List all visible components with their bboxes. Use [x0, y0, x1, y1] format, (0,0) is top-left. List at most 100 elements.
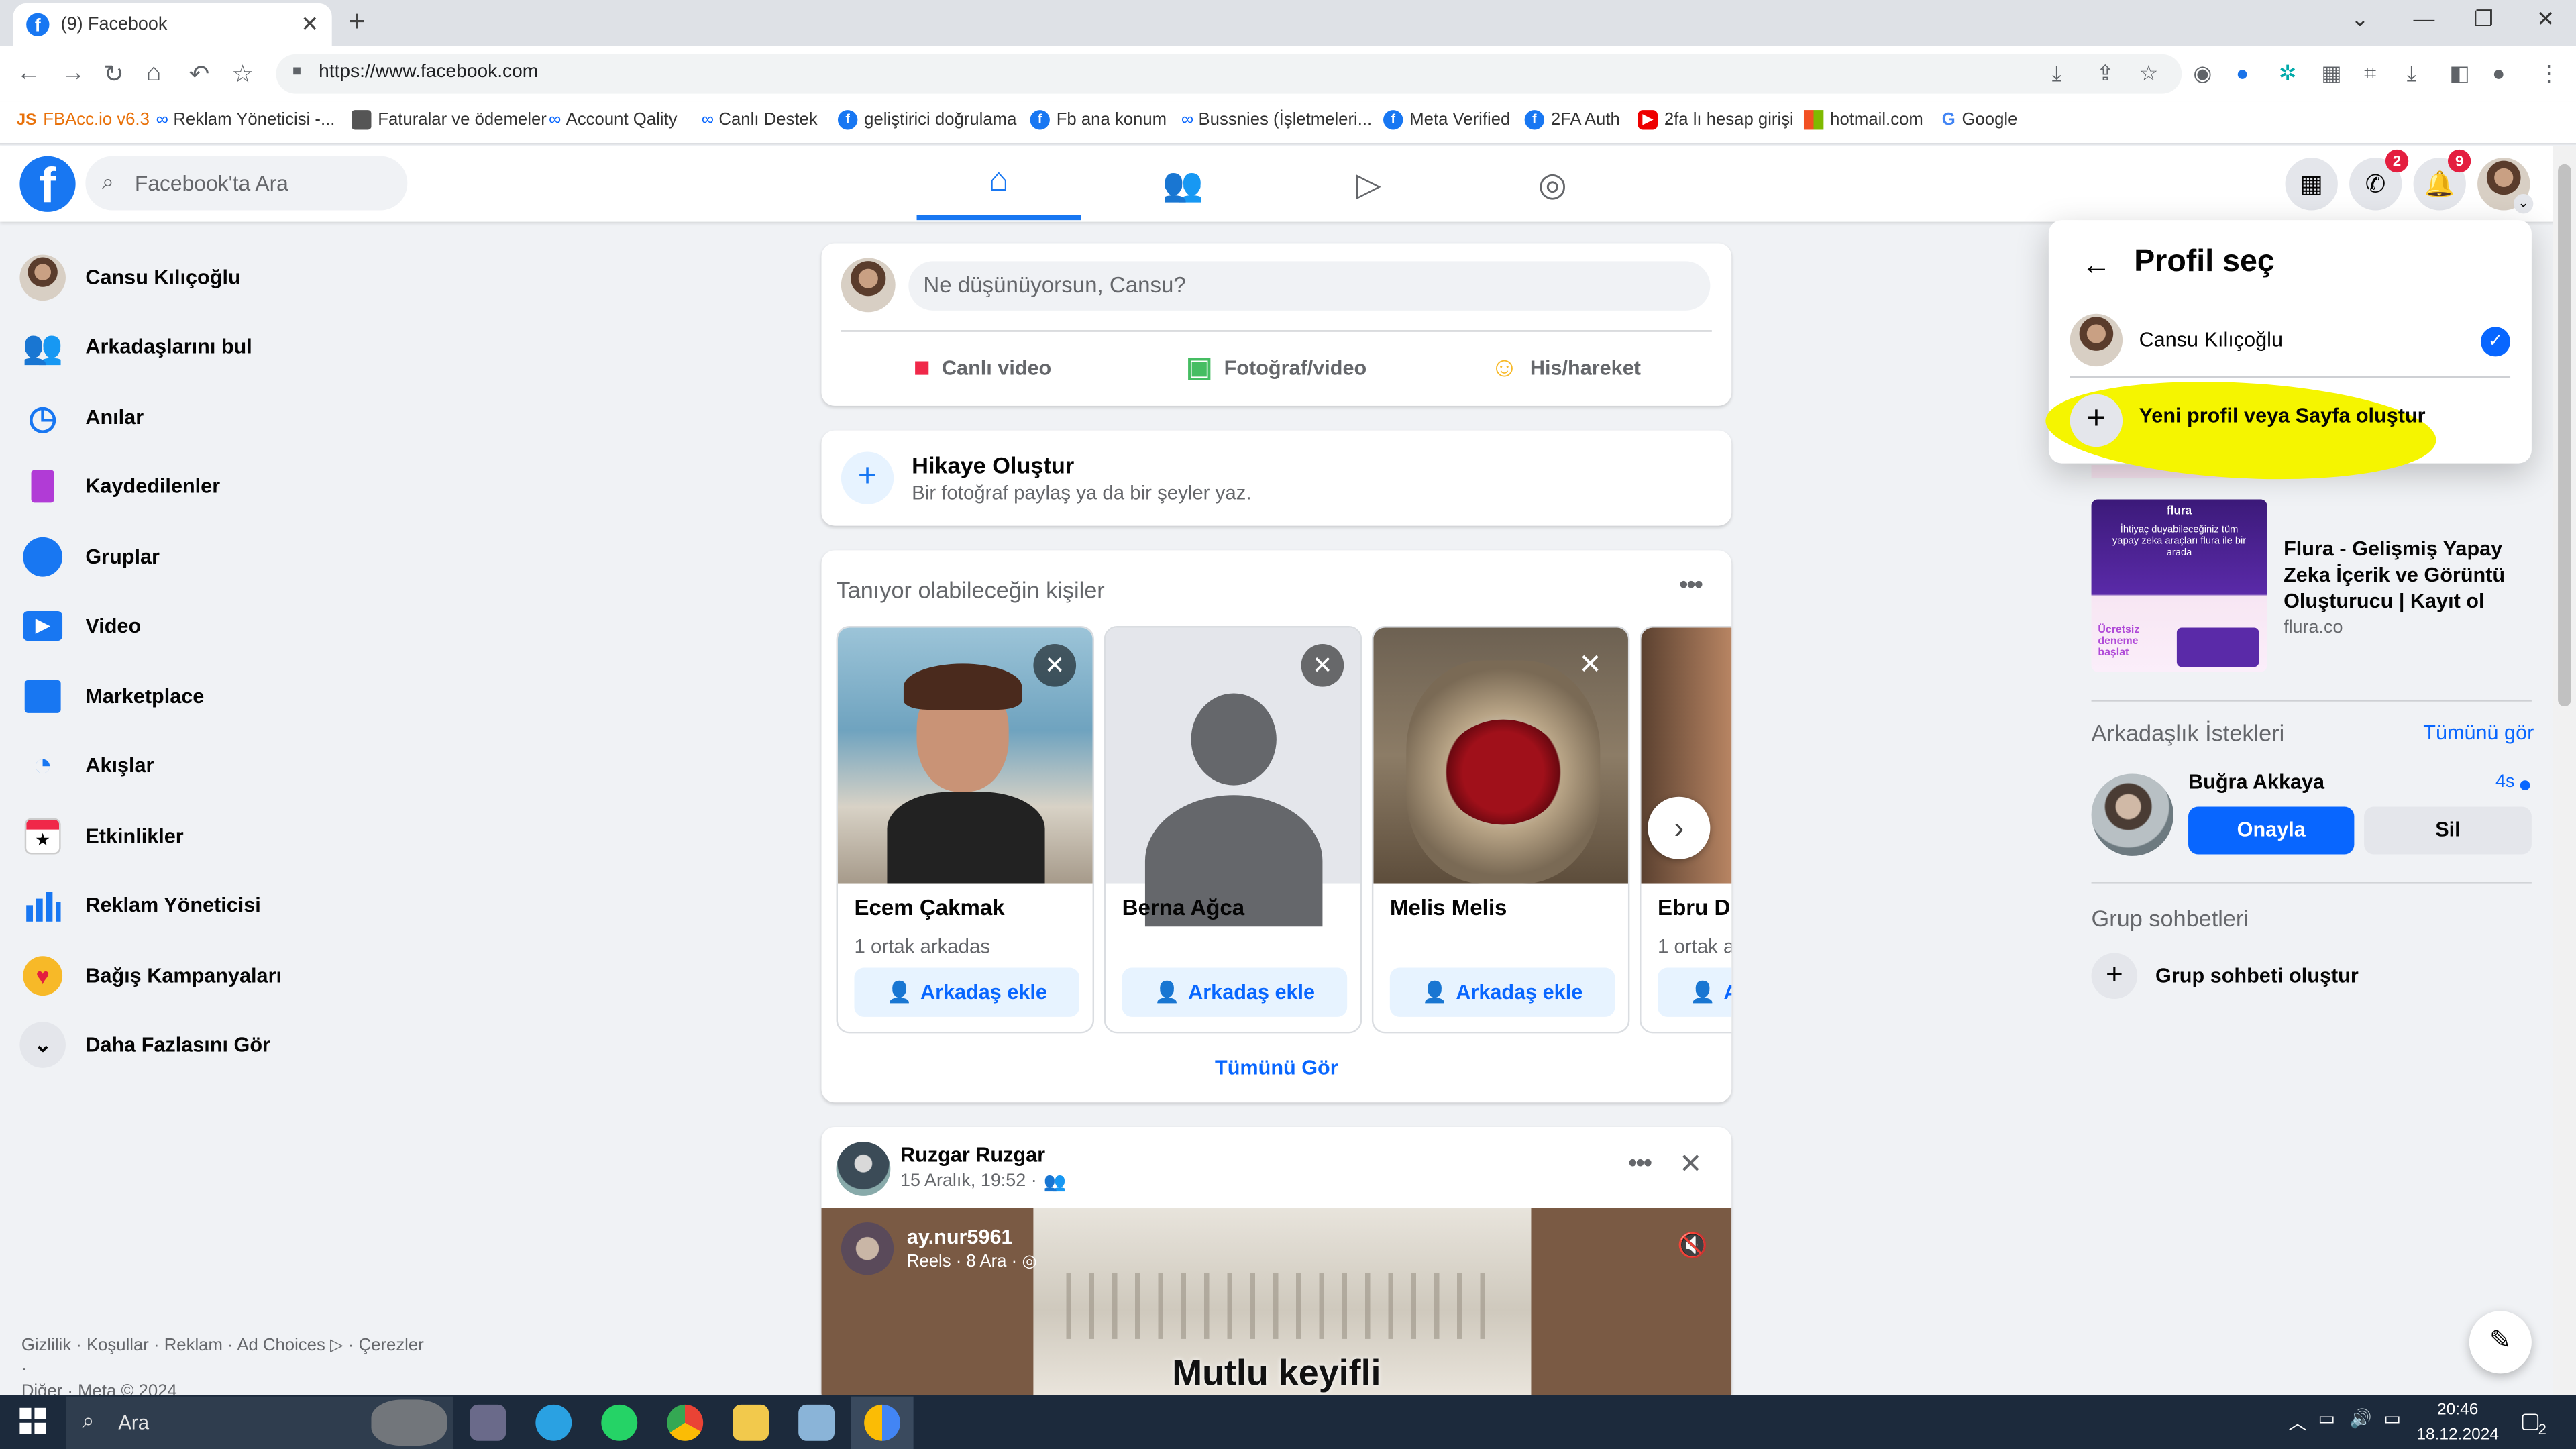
mute-icon[interactable]: 🔇: [1677, 1230, 1708, 1260]
sidebar-item-saved[interactable]: Kaydedilenler: [19, 458, 220, 514]
nav-friends-tab[interactable]: 👥: [1101, 148, 1265, 220]
friend-request-avatar[interactable]: [2091, 773, 2174, 856]
sidebar-item-groups[interactable]: Gruplar: [19, 529, 160, 585]
close-icon[interactable]: ✕: [1033, 644, 1077, 687]
profile-option-name[interactable]: Cansu Kılıçoğlu: [2139, 329, 2283, 352]
sidebar-item-ads-manager[interactable]: Reklam Yöneticisi: [19, 877, 261, 933]
notepad-icon[interactable]: [798, 1404, 835, 1441]
cookie-extension-icon[interactable]: ◉: [2193, 61, 2212, 87]
footer-links[interactable]: Gizlilik · Koşullar · Reklam · Ad Choice…: [21, 1334, 432, 1403]
create-story-card[interactable]: + Hikaye Oluştur Bir fotoğraf paylaş ya …: [821, 430, 1732, 526]
add-friend-button[interactable]: 👤 Arkadaş ekle: [854, 967, 1079, 1017]
taskbar-search[interactable]: ⌕ Ara: [65, 1396, 453, 1449]
back-icon[interactable]: ←: [16, 59, 41, 87]
add-friend-button[interactable]: 👤 Arkadaş ekle: [1658, 967, 1732, 1017]
bookmark-reklam[interactable]: ∞ Reklam Yöneticisi -...: [156, 110, 335, 129]
sidebar-item-marketplace[interactable]: Marketplace: [19, 669, 204, 724]
create-profile-or-page[interactable]: Yeni profil veya Sayfa oluştur: [2139, 404, 2426, 427]
restore-icon[interactable]: ❐: [2474, 7, 2493, 33]
sponsored-image[interactable]: flura İhtiyaç duyabileceğiniz tüm yapay …: [2091, 499, 2267, 672]
nav-groups-tab[interactable]: ◎: [1470, 148, 1635, 220]
chevron-down-icon[interactable]: ⌄: [2513, 193, 2534, 214]
bookmark-2fa-auth[interactable]: f 2FA Auth: [1524, 110, 1620, 130]
bookmark-2fa-giris[interactable]: ▶ 2fa lı hesap girişi: [1638, 110, 1794, 130]
sidebar-item-feeds[interactable]: ◔ Akışlar: [19, 738, 154, 794]
volume-icon[interactable]: 🔊: [2349, 1408, 2372, 1429]
add-friend-button[interactable]: 👤 Arkadaş ekle: [1389, 967, 1615, 1017]
close-icon[interactable]: ✕: [1301, 644, 1344, 687]
close-icon[interactable]: ✕: [1679, 1148, 1703, 1181]
undo-icon[interactable]: ↶: [189, 59, 210, 89]
grid-extension-icon[interactable]: ▦: [2321, 61, 2341, 87]
sidebar-item-memories[interactable]: ◷ Anılar: [19, 389, 144, 445]
bookmark-google[interactable]: G Google: [1942, 110, 2018, 129]
sidebar-item-events[interactable]: ★ Etkinlikler: [19, 808, 184, 864]
windows-start-icon[interactable]: [19, 1407, 46, 1434]
sidebar-item-fundraisers[interactable]: ♥ Bağış Kampanyaları: [19, 948, 282, 1004]
bookmark-meta-verified[interactable]: f Meta Verified: [1383, 110, 1510, 130]
notification-center-icon[interactable]: ▢: [2520, 1408, 2540, 1434]
facebook-logo-icon[interactable]: f: [19, 156, 76, 212]
telegram-icon[interactable]: [535, 1404, 572, 1441]
clock-time[interactable]: 20:46: [2425, 1401, 2491, 1419]
chrome-icon[interactable]: [667, 1404, 704, 1441]
bookmark-fb-ana-konum[interactable]: f Fb ana konum: [1030, 110, 1167, 130]
tab-close-icon[interactable]: ✕: [301, 11, 319, 38]
app-icon[interactable]: [470, 1404, 506, 1441]
add-friend-button[interactable]: 👤 Arkadaş ekle: [1122, 967, 1348, 1017]
minimize-icon[interactable]: —: [2414, 7, 2435, 32]
bookmark-faturalar[interactable]: Faturalar ve ödemeler: [352, 110, 547, 130]
reload-icon[interactable]: ↻: [103, 59, 124, 89]
bookmark-bussnies[interactable]: ∞ Bussnies (İşletmeleri...: [1181, 110, 1372, 129]
crop-extension-icon[interactable]: ⌗: [2364, 61, 2376, 87]
clock-date[interactable]: 18.12.2024: [2415, 1426, 2500, 1444]
sponsored-title[interactable]: Flura - Gelişmiş Yapay Zeka İçerik ve Gö…: [2284, 535, 2533, 614]
star-page-icon[interactable]: ☆: [2139, 61, 2159, 87]
back-arrow-icon[interactable]: ←: [2082, 248, 2111, 282]
close-icon[interactable]: ✕: [1569, 644, 1612, 687]
friend-requests-see-all[interactable]: Tümünü gör: [2423, 721, 2534, 744]
reel-author[interactable]: ay.nur5961: [907, 1226, 1013, 1248]
bookmark-canli-destek[interactable]: ∞ Canlı Destek: [702, 110, 818, 129]
live-video-button[interactable]: ■ Canlı video: [914, 352, 1052, 384]
sidebar-item-see-more[interactable]: ⌄ Daha Fazlasını Gör: [19, 1017, 270, 1073]
plus-icon[interactable]: +: [2091, 953, 2138, 999]
sidepanel-icon[interactable]: ◧: [2449, 61, 2469, 87]
url-bar[interactable]: ■ https://www.facebook.com: [276, 54, 2182, 94]
browser-tab[interactable]: f (9) Facebook ✕: [13, 3, 332, 46]
person-card[interactable]: ✕ Melis Melis 👤 Arkadaş ekle: [1371, 626, 1630, 1034]
menu-grid-button[interactable]: ▦: [2285, 158, 2338, 211]
delete-button[interactable]: Sil: [2364, 806, 2532, 855]
bookmark-star-icon[interactable]: ☆: [231, 59, 254, 89]
feeling-button[interactable]: ☺ His/hareket: [1490, 352, 1641, 384]
facebook-search-input[interactable]: ⌕ Facebook'ta Ara: [85, 156, 408, 211]
whatsapp-icon[interactable]: [601, 1404, 638, 1441]
home-icon[interactable]: ⌂: [146, 59, 161, 87]
sidebar-item-video[interactable]: ▶ Video: [19, 598, 141, 653]
composer-input[interactable]: Ne düşünüyorsun, Cansu?: [908, 261, 1711, 311]
see-all-link[interactable]: Tümünü Gör: [821, 1057, 1731, 1079]
person-card[interactable]: ✕ Berna Ağca 👤 Arkadaş ekle: [1104, 626, 1362, 1034]
scroll-right-button[interactable]: ›: [1648, 796, 1711, 859]
chrome-menu-icon[interactable]: ⋮: [2538, 61, 2560, 87]
avatar[interactable]: [836, 1142, 891, 1196]
create-group-chat[interactable]: Grup sohbeti oluştur: [2155, 965, 2359, 987]
scrollbar-thumb[interactable]: [2558, 164, 2571, 707]
file-explorer-icon[interactable]: [733, 1404, 769, 1441]
sidebar-item-profile[interactable]: Cansu Kılıçoğlu: [19, 250, 241, 305]
friend-request-name[interactable]: Buğra Akkaya: [2188, 771, 2324, 794]
nav-home-tab[interactable]: ⌂: [916, 148, 1081, 221]
bookmark-gelistirici[interactable]: f geliştirici doğrulama: [837, 110, 1016, 130]
person-card[interactable]: ✕ Ecem Çakmak 1 ortak arkadas 👤 Arkadaş e…: [836, 626, 1095, 1034]
extension-icon[interactable]: ✲: [2279, 61, 2297, 87]
confirm-button[interactable]: Onayla: [2188, 806, 2355, 855]
photo-video-button[interactable]: ▣ Fotoğraf/video: [1186, 352, 1366, 384]
new-message-button[interactable]: ✎: [2469, 1311, 2532, 1374]
tray-device-icon[interactable]: ▭: [2318, 1408, 2335, 1429]
new-tab-icon[interactable]: +: [348, 5, 366, 39]
bookmark-fbacc[interactable]: JS FBAcc.io v6.3: [16, 110, 149, 129]
more-options-icon[interactable]: •••: [1679, 572, 1703, 601]
bookmark-hotmail[interactable]: hotmail.com: [1803, 110, 1923, 130]
more-options-icon[interactable]: •••: [1628, 1150, 1652, 1179]
post-author[interactable]: Ruzgar Ruzgar: [900, 1143, 1045, 1166]
